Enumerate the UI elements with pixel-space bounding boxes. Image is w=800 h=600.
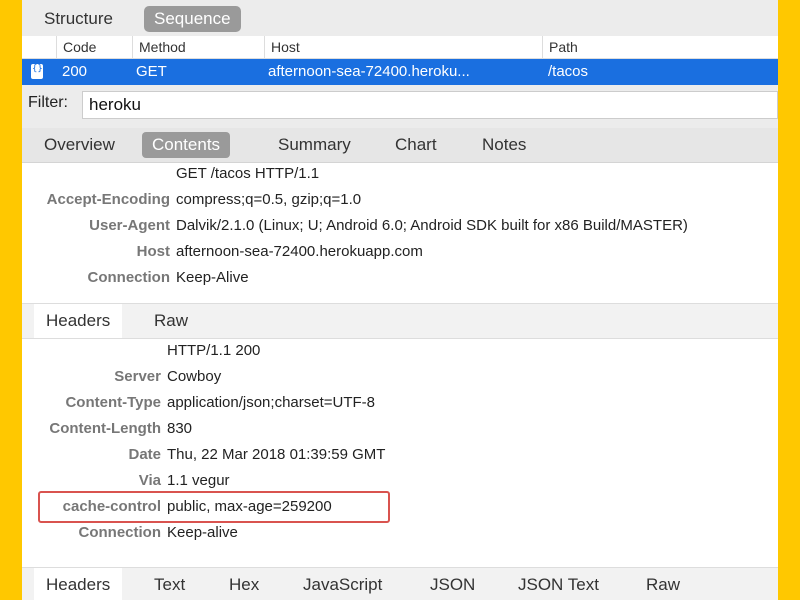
status-line: HTTP/1.1 200 — [167, 342, 261, 359]
row-path: /tacos — [548, 63, 589, 80]
response-header-row: Server Cowboy — [22, 366, 778, 390]
filter-label: Filter: — [28, 94, 68, 111]
header-value: 830 — [167, 420, 193, 437]
tab-response-headers[interactable]: Headers — [34, 568, 123, 600]
header-value: afternoon-sea-72400.herokuapp.com — [176, 243, 423, 260]
response-header-row: Content-Length 830 — [22, 418, 778, 442]
request-header-row: Accept-Encoding compress;q=0.5, gzip;q=1… — [22, 189, 778, 213]
tab-chart[interactable]: Chart — [385, 132, 447, 158]
content-tabs: Overview Contents Summary Chart Notes — [22, 128, 778, 163]
header-key: Content-Length — [49, 420, 161, 437]
row-host: afternoon-sea-72400.heroku... — [268, 63, 470, 80]
column-path[interactable]: Path — [542, 36, 778, 58]
header-key: Server — [114, 368, 161, 385]
tab-summary[interactable]: Summary — [268, 132, 361, 158]
header-value: Thu, 22 Mar 2018 01:39:59 GMT — [167, 446, 386, 463]
response-header-row: Date Thu, 22 Mar 2018 01:39:59 GMT — [22, 444, 778, 468]
tab-response-javascript[interactable]: JavaScript — [291, 568, 394, 600]
request-header-row: User-Agent Dalvik/2.1.0 (Linux; U; Andro… — [22, 215, 778, 239]
tab-response-json[interactable]: JSON — [418, 568, 487, 600]
app-window: Structure Sequence Code Method Host Path… — [22, 0, 778, 600]
header-value: application/json;charset=UTF-8 — [167, 394, 376, 411]
tab-structure[interactable]: Structure — [34, 6, 123, 32]
row-method: GET — [136, 63, 167, 80]
header-value: Cowboy — [167, 368, 222, 385]
tab-notes[interactable]: Notes — [472, 132, 536, 158]
column-host[interactable]: Host — [264, 36, 542, 58]
response-header-row: Content-Type application/json;charset=UT… — [22, 392, 778, 416]
header-key: User-Agent — [89, 217, 170, 234]
request-header-row: Host afternoon-sea-72400.herokuapp.com — [22, 241, 778, 265]
column-code[interactable]: Code — [56, 36, 132, 58]
header-value: 1.1 vegur — [167, 472, 230, 489]
tab-request-headers[interactable]: Headers — [34, 304, 123, 338]
header-key: Connection — [78, 524, 162, 541]
response-headers-pane: HTTP/1.1 200 Server Cowboy Content-Type … — [22, 339, 778, 567]
header-value: Keep-Alive — [176, 269, 249, 286]
table-header: Code Method Host Path — [22, 36, 778, 59]
tab-overview[interactable]: Overview — [34, 132, 125, 158]
header-value: public, max-age=259200 — [167, 498, 332, 515]
request-headers-pane: GET /tacos HTTP/1.1 Accept-Encoding comp… — [22, 163, 778, 303]
header-key: Date — [128, 446, 161, 463]
filter-input[interactable] — [82, 91, 778, 119]
header-key: Via — [138, 472, 161, 489]
header-key: Connection — [87, 269, 171, 286]
request-line-row: GET /tacos HTTP/1.1 — [22, 163, 778, 187]
header-value: Dalvik/2.1.0 (Linux; U; Android 6.0; And… — [176, 217, 688, 234]
view-switcher: Structure Sequence — [22, 0, 778, 36]
header-key: Content-Type — [65, 394, 161, 411]
request-subtabs: Headers Raw — [22, 303, 778, 339]
header-value: compress;q=0.5, gzip;q=1.0 — [176, 191, 362, 208]
header-value: Keep-alive — [167, 524, 238, 541]
json-document-icon — [31, 64, 43, 79]
response-header-row: cache-control public, max-age=259200 — [22, 496, 778, 520]
response-header-row: Via 1.1 vegur — [22, 470, 778, 494]
tab-sequence[interactable]: Sequence — [144, 6, 241, 32]
response-header-row: Connection Keep-alive — [22, 522, 778, 546]
tab-contents[interactable]: Contents — [142, 132, 231, 158]
status-line-row: HTTP/1.1 200 — [22, 340, 778, 364]
tab-response-text[interactable]: Text — [142, 568, 197, 600]
tab-response-hex[interactable]: Hex — [217, 568, 271, 600]
tab-request-raw[interactable]: Raw — [142, 304, 200, 338]
header-key: cache-control — [62, 498, 161, 515]
row-code: 200 — [62, 63, 88, 80]
column-method[interactable]: Method — [132, 36, 264, 58]
header-key: Accept-Encoding — [46, 191, 170, 208]
tab-response-raw[interactable]: Raw — [634, 568, 692, 600]
request-header-row: Connection Keep-Alive — [22, 267, 778, 291]
response-subtabs: Headers Text Hex JavaScript JSON JSON Te… — [22, 567, 778, 600]
tab-response-json-text[interactable]: JSON Text — [506, 568, 611, 600]
request-line: GET /tacos HTTP/1.1 — [176, 165, 320, 182]
filter-bar: Filter: — [22, 86, 778, 122]
table-row[interactable]: 200 GET afternoon-sea-72400.heroku... /t… — [22, 59, 778, 85]
header-key: Host — [136, 243, 170, 260]
